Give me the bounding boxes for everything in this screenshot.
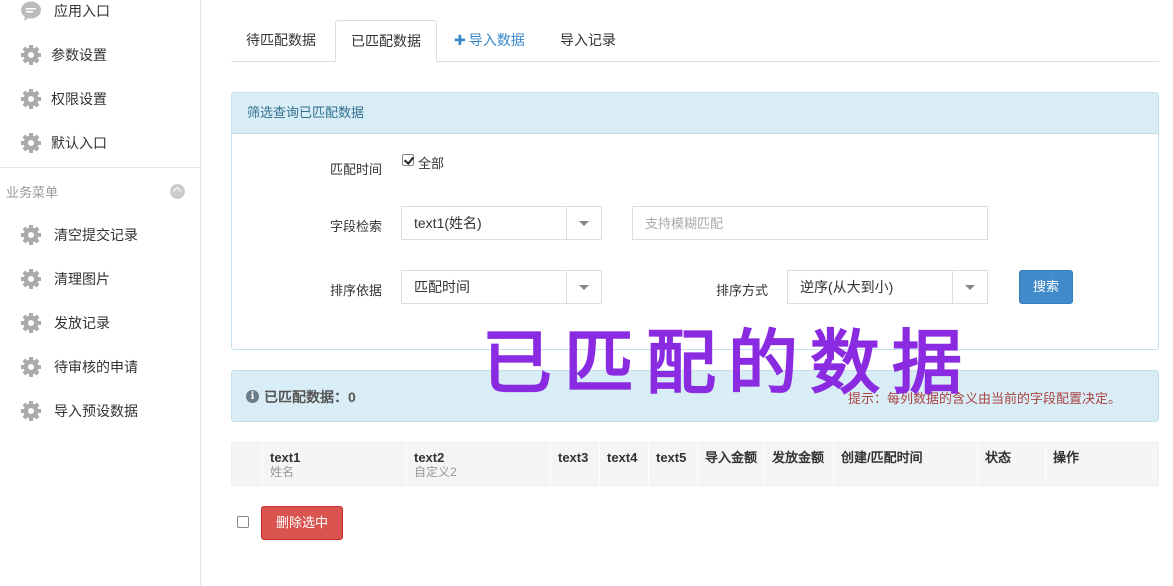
table-header-select [232,443,262,485]
sidebar-item-params[interactable]: 参数设置 [0,35,200,75]
all-checkbox-label: 全部 [418,156,445,171]
tab-label: 导入数据 [468,32,525,48]
column-subtitle: 姓名 [270,465,295,479]
select-all-checkbox[interactable] [237,516,249,528]
sort-by-label: 排序依据 [330,283,383,298]
sidebar-item-label: 应用入口 [54,3,110,19]
sidebar-item-issue-records[interactable]: 发放记录 [0,303,200,343]
sidebar-item-default-entry[interactable]: 默认入口 [0,123,200,163]
chevron-down-icon [952,271,987,303]
all-checkbox[interactable] [402,154,414,166]
sort-order-select[interactable]: 逆序(从大到小) [787,270,988,304]
table-header-cell: 导入金额 [697,443,764,485]
column-title: text4 [607,450,638,465]
filter-panel-title: 筛选查询已匹配数据 [232,93,1158,134]
column-title: 操作 [1053,450,1080,465]
column-title: 创建/匹配时间 [841,450,923,465]
tab-label: 导入记录 [560,32,616,48]
sidebar-item-clean-images[interactable]: 清理图片 [0,259,200,299]
chat-icon [21,1,41,21]
gear-icon [21,45,41,65]
gear-icon [21,401,41,421]
field-select-value: text1(姓名) [414,215,482,231]
sidebar-item-label: 默认入口 [51,135,107,151]
gear-icon [21,357,41,377]
sort-by-select[interactable]: 匹配时间 [401,270,602,304]
filter-panel: 筛选查询已匹配数据 匹配时间 全部 字段检索 text1(姓名) 排序依据 匹配… [231,92,1159,350]
column-title: 发放金额 [772,450,825,465]
tab-bar: 待匹配数据 已匹配数据 ✚ 导入数据 导入记录 [231,20,1159,62]
sidebar-item-label: 导入预设数据 [54,403,138,419]
table-header-cell: text4 [599,443,648,485]
column-title: 导入金额 [705,450,758,465]
table-header-cell: 创建/匹配时间 [833,443,977,485]
sidebar-item-label: 权限设置 [51,91,107,107]
table-header-cell: text1 姓名 [262,443,406,485]
tab-label: 待匹配数据 [246,32,316,48]
search-button[interactable]: 搜索 [1019,270,1073,304]
sort-by-value: 匹配时间 [414,279,470,295]
column-title: text2 [414,450,445,465]
sidebar-item-label: 清理图片 [54,271,110,287]
app-root: 应用入口 参数设置 权限设置 默认入口 业务菜单 清空提交记录 清理图片 发放记… [0,0,1173,586]
field-search-label: 字段检索 [330,219,383,234]
chevron-down-icon [566,271,601,303]
gear-icon [21,313,41,333]
sidebar-item-label: 参数设置 [51,47,107,63]
plus-icon: ✚ [454,32,466,48]
collapse-toggle-icon[interactable] [170,184,185,199]
sidebar-divider [0,167,200,168]
sidebar-item-label: 待审核的申请 [54,359,138,375]
column-title: 状态 [985,450,1012,465]
info-icon: i [246,390,259,403]
matched-count: 已匹配数据：0 [264,389,356,405]
chevron-down-icon [566,207,601,239]
table-header-cell: 操作 [1045,443,1158,485]
sidebar-item-pending-review[interactable]: 待审核的申请 [0,347,200,387]
tab-matched[interactable]: 已匹配数据 [335,20,437,62]
data-table-header: text1 姓名 text2 自定义2 text3 text4 text5 导入… [231,442,1159,486]
overlay-caption: 已匹配的数据 [482,322,974,404]
gear-icon [21,269,41,289]
table-header-cell: 发放金额 [764,443,833,485]
gear-icon [21,225,41,245]
sort-order-label: 排序方式 [716,283,769,298]
sidebar-item-label: 发放记录 [54,315,110,331]
delete-selected-button[interactable]: 删除选中 [261,506,343,540]
sort-order-value: 逆序(从大到小) [800,279,894,295]
match-time-label: 匹配时间 [330,162,383,177]
tab-import-records[interactable]: 导入记录 [545,20,631,62]
sidebar-item-permissions[interactable]: 权限设置 [0,79,200,119]
table-header-cell: text3 [550,443,599,485]
sidebar: 应用入口 参数设置 权限设置 默认入口 业务菜单 清空提交记录 清理图片 发放记… [0,0,201,586]
column-subtitle: 自定义2 [414,465,457,479]
tab-pending-match[interactable]: 待匹配数据 [231,20,331,62]
tab-import-data[interactable]: ✚ 导入数据 [439,20,540,62]
table-header-cell: text2 自定义2 [406,443,550,485]
column-title: text5 [656,450,687,465]
field-select[interactable]: text1(姓名) [401,206,602,240]
table-header-cell: 状态 [977,443,1045,485]
sidebar-item-label: 清空提交记录 [54,227,138,243]
fuzzy-search-input[interactable] [632,206,988,240]
gear-icon [21,133,41,153]
sidebar-item-import-preset[interactable]: 导入预设数据 [0,391,200,431]
table-header-cell: text5 [648,443,697,485]
tab-label: 已匹配数据 [351,33,421,49]
sidebar-group-title: 业务菜单 [6,185,59,200]
gear-icon [21,89,41,109]
sidebar-item-app-entry[interactable]: 应用入口 [0,0,200,31]
column-title: text3 [558,450,589,465]
column-title: text1 [270,450,301,465]
sidebar-item-clear-records[interactable]: 清空提交记录 [0,215,200,255]
